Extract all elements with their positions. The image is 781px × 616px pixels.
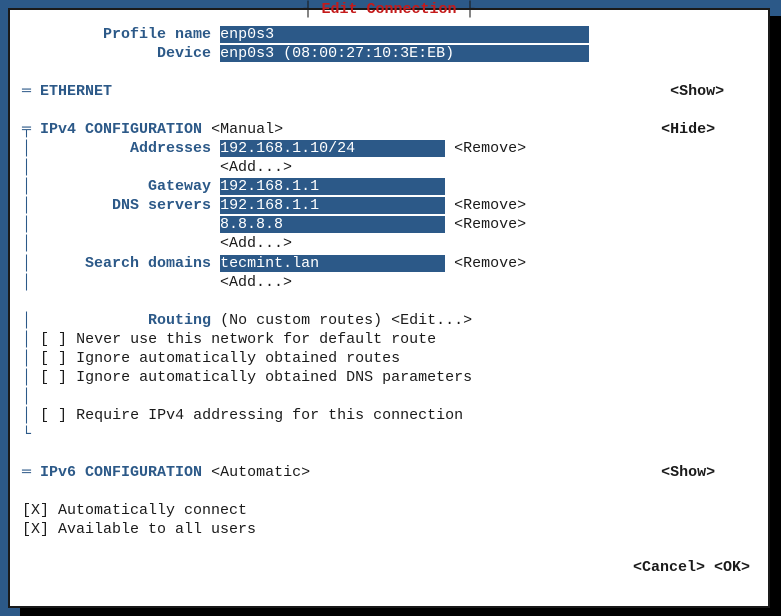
never-default-label: Never use this network for default route bbox=[76, 331, 436, 348]
ethernet-header: ETHERNET bbox=[40, 83, 112, 100]
ipv4-mode-select[interactable]: <Manual> bbox=[211, 121, 283, 138]
ignore-dns-checkbox[interactable]: [ ] bbox=[40, 369, 67, 386]
ignore-routes-label: Ignore automatically obtained routes bbox=[76, 350, 400, 367]
ipv4-header: IPv4 CONFIGURATION bbox=[40, 121, 202, 138]
address-add-button[interactable]: <Add...> bbox=[220, 159, 292, 176]
ignore-dns-label: Ignore automatically obtained DNS parame… bbox=[76, 369, 472, 386]
ipv4-section-marker: ╤ bbox=[22, 121, 31, 138]
ipv4-section-end: └ bbox=[22, 426, 31, 443]
dns1-remove-button[interactable]: <Remove> bbox=[454, 197, 526, 214]
addresses-label: Addresses bbox=[130, 140, 211, 157]
all-users-label: Available to all users bbox=[58, 521, 256, 538]
dns-add-button[interactable]: <Add...> bbox=[220, 235, 292, 252]
device-label: Device bbox=[157, 45, 211, 62]
profile-name-input[interactable]: enp0s3 bbox=[220, 26, 589, 43]
auto-connect-label: Automatically connect bbox=[58, 502, 247, 519]
ethernet-section-marker: ═ bbox=[22, 83, 31, 100]
require-ipv4-label: Require IPv4 addressing for this connect… bbox=[76, 407, 463, 424]
search-domains-label: Search domains bbox=[85, 255, 211, 272]
routing-label: Routing bbox=[148, 312, 211, 329]
address-input[interactable]: 192.168.1.10/24 bbox=[220, 140, 445, 157]
address-remove-button[interactable]: <Remove> bbox=[454, 140, 526, 157]
ok-button[interactable]: <OK> bbox=[714, 559, 750, 576]
ethernet-show-button[interactable]: <Show> bbox=[670, 83, 724, 100]
search-domain-input[interactable]: tecmint.lan bbox=[220, 255, 445, 272]
routing-edit-button[interactable]: <Edit...> bbox=[391, 312, 472, 329]
ignore-routes-checkbox[interactable]: [ ] bbox=[40, 350, 67, 367]
search-remove-button[interactable]: <Remove> bbox=[454, 255, 526, 272]
cancel-button[interactable]: <Cancel> bbox=[633, 559, 705, 576]
profile-name-label: Profile name bbox=[103, 26, 211, 43]
dns2-remove-button[interactable]: <Remove> bbox=[454, 216, 526, 233]
title-border-right: ├ bbox=[457, 1, 475, 18]
dns1-input[interactable]: 192.168.1.1 bbox=[220, 197, 445, 214]
never-default-checkbox[interactable]: [ ] bbox=[40, 331, 67, 348]
search-add-button[interactable]: <Add...> bbox=[220, 274, 292, 291]
device-input[interactable]: enp0s3 (08:00:27:10:3E:EB) bbox=[220, 45, 589, 62]
ipv6-mode-select[interactable]: <Automatic> bbox=[211, 464, 310, 481]
ipv4-hide-button[interactable]: <Hide> bbox=[661, 121, 715, 138]
dns2-input[interactable]: 8.8.8.8 bbox=[220, 216, 445, 233]
ipv6-show-button[interactable]: <Show> bbox=[661, 464, 715, 481]
dns-servers-label: DNS servers bbox=[112, 197, 211, 214]
gateway-input[interactable]: 192.168.1.1 bbox=[220, 178, 445, 195]
require-ipv4-checkbox[interactable]: [ ] bbox=[40, 407, 67, 424]
title-border-left: ┤ bbox=[303, 1, 321, 18]
ipv6-header: IPv6 CONFIGURATION bbox=[40, 464, 202, 481]
gateway-label: Gateway bbox=[148, 178, 211, 195]
all-users-checkbox[interactable]: [X] bbox=[22, 521, 49, 538]
ipv6-section-marker: ═ bbox=[22, 464, 31, 481]
auto-connect-checkbox[interactable]: [X] bbox=[22, 502, 49, 519]
window-title: Edit Connection bbox=[321, 1, 456, 18]
routing-value: (No custom routes) bbox=[220, 312, 382, 329]
edit-connection-window: ┤ Edit Connection ├ Profile name enp0s3 … bbox=[8, 8, 770, 608]
